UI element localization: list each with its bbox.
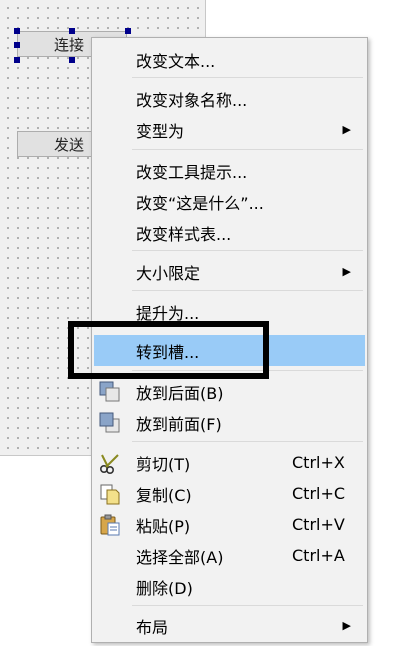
menu-item-label: 放到前面(F) xyxy=(136,414,222,434)
menu-item-label: 删除(D) xyxy=(136,578,193,598)
menu-separator xyxy=(132,149,363,150)
menu-item-label: 改变“这是什么”... xyxy=(136,193,264,213)
menu-item-change-whats-this[interactable]: 改变“这是什么”... xyxy=(94,186,365,217)
selection-handle[interactable] xyxy=(69,57,75,63)
paste-icon xyxy=(99,514,121,536)
menu-separator xyxy=(132,441,363,442)
menu-item-label: 剪切(T) xyxy=(136,454,191,474)
copy-icon xyxy=(99,483,121,505)
menu-item-change-object-name[interactable]: 改变对象名称... xyxy=(94,83,365,114)
menu-item-label: 改变文本... xyxy=(136,51,216,71)
menu-item-send-to-back[interactable]: 放到后面(B) xyxy=(94,376,365,407)
menu-item-morph-into[interactable]: 变型为 ▶ xyxy=(94,114,365,145)
menu-item-label: 选择全部(A) xyxy=(136,547,224,567)
menu-item-cut[interactable]: 剪切(T) Ctrl+X xyxy=(94,447,365,478)
menu-item-delete[interactable]: 删除(D) xyxy=(94,571,365,602)
menu-separator xyxy=(132,250,363,251)
menu-item-change-text[interactable]: 改变文本... xyxy=(94,44,365,75)
menu-item-shortcut: Ctrl+C xyxy=(292,484,346,503)
bring-to-front-icon xyxy=(99,412,121,434)
menu-item-shortcut: Ctrl+X xyxy=(292,453,345,472)
menu-item-label: 放到后面(B) xyxy=(136,383,224,403)
menu-item-label: 复制(C) xyxy=(136,485,192,505)
connect-button-label: 连接 xyxy=(54,35,85,54)
menu-item-select-all[interactable]: 选择全部(A) Ctrl+A xyxy=(94,540,365,571)
menu-item-label: 大小限定 xyxy=(136,263,201,283)
annotation-highlight-box xyxy=(68,321,269,379)
menu-item-bring-to-front[interactable]: 放到前面(F) xyxy=(94,407,365,438)
menu-item-shortcut: Ctrl+A xyxy=(292,546,345,565)
submenu-arrow-icon: ▶ xyxy=(342,123,351,136)
menu-separator xyxy=(132,605,363,606)
send-to-back-icon xyxy=(99,381,121,403)
menu-separator xyxy=(132,77,363,78)
menu-item-label: 布局 xyxy=(136,617,169,637)
menu-item-paste[interactable]: 粘贴(P) Ctrl+V xyxy=(94,509,365,540)
send-button-label: 发送 xyxy=(54,135,85,154)
menu-item-label: 改变样式表... xyxy=(136,224,232,244)
menu-item-copy[interactable]: 复制(C) Ctrl+C xyxy=(94,478,365,509)
submenu-arrow-icon: ▶ xyxy=(342,619,351,632)
menu-item-label: 改变对象名称... xyxy=(136,90,248,110)
menu-item-label: 提升为... xyxy=(136,303,200,323)
selection-handle[interactable] xyxy=(69,28,75,34)
selection-handle[interactable] xyxy=(14,42,20,48)
menu-item-layout[interactable]: 布局 ▶ xyxy=(94,610,365,641)
menu-separator xyxy=(132,290,363,291)
selection-handle[interactable] xyxy=(14,28,20,34)
menu-item-shortcut: Ctrl+V xyxy=(292,515,345,534)
menu-item-label: 粘贴(P) xyxy=(136,516,191,536)
menu-item-label: 变型为 xyxy=(136,121,185,141)
submenu-arrow-icon: ▶ xyxy=(342,265,351,278)
menu-item-size-constraints[interactable]: 大小限定 ▶ xyxy=(94,256,365,287)
menu-item-change-tooltip[interactable]: 改变工具提示... xyxy=(94,155,365,186)
menu-item-change-stylesheet[interactable]: 改变样式表... xyxy=(94,217,365,248)
selection-handle[interactable] xyxy=(125,28,131,34)
menu-item-label: 改变工具提示... xyxy=(136,162,248,182)
scissors-icon xyxy=(99,452,121,475)
selection-handle[interactable] xyxy=(14,57,20,63)
